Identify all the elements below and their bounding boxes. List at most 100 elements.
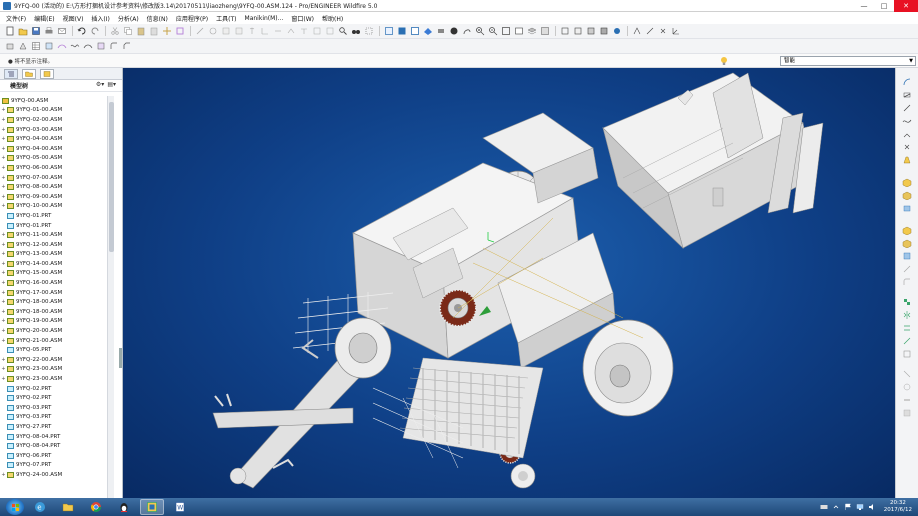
- system-clock[interactable]: 20:32 2017/6/12: [884, 500, 912, 514]
- tree-item[interactable]: 9YFQ-08-04.PRT: [0, 441, 108, 451]
- family-table-icon[interactable]: [324, 25, 336, 37]
- tree-item[interactable]: +9YFQ-01-00.ASM: [0, 106, 108, 116]
- merge-icon[interactable]: [901, 322, 913, 333]
- tree-item[interactable]: +9YFQ-13-00.ASM: [0, 250, 108, 260]
- undo-icon[interactable]: [76, 25, 88, 37]
- extrude-icon[interactable]: [901, 176, 913, 187]
- parameters-icon[interactable]: [311, 25, 323, 37]
- tree-item[interactable]: +9YFQ-21-00.ASM: [0, 336, 108, 346]
- explode-icon[interactable]: [43, 40, 55, 52]
- binoculars-icon[interactable]: [350, 25, 362, 37]
- point-icon[interactable]: [246, 25, 258, 37]
- repaint-icon[interactable]: [383, 25, 395, 37]
- zoom-in-icon[interactable]: [474, 25, 486, 37]
- menu-view[interactable]: 视图(V): [59, 14, 88, 23]
- menu-edit[interactable]: 编辑(E): [30, 14, 58, 23]
- shell-icon[interactable]: [901, 237, 913, 248]
- measure-icon[interactable]: [285, 25, 297, 37]
- saved-views-icon[interactable]: [513, 25, 525, 37]
- expand-plus-icon[interactable]: +: [0, 194, 7, 200]
- minimize-button[interactable]: —: [854, 0, 874, 12]
- zoom-fit-icon[interactable]: [500, 25, 512, 37]
- tree-item[interactable]: +9YFQ-24-00.ASM: [0, 470, 108, 480]
- offset-icon[interactable]: [901, 348, 913, 359]
- fill-icon[interactable]: [901, 381, 913, 392]
- paste-special-icon[interactable]: [148, 25, 160, 37]
- sphere-icon[interactable]: [448, 25, 460, 37]
- expand-plus-icon[interactable]: +: [0, 175, 7, 181]
- menu-tools[interactable]: 工具(T): [212, 14, 240, 23]
- tree-item[interactable]: +9YFQ-14-00.ASM: [0, 259, 108, 269]
- save-icon[interactable]: [30, 25, 42, 37]
- panel-resize-handle[interactable]: [119, 348, 122, 368]
- menu-applications[interactable]: 应用程序(P): [172, 14, 212, 23]
- tree-item[interactable]: +9YFQ-12-00.ASM: [0, 240, 108, 250]
- tree-item[interactable]: +9YFQ-07-00.ASM: [0, 173, 108, 183]
- expand-plus-icon[interactable]: +: [0, 270, 7, 276]
- tray-flag-icon[interactable]: [844, 503, 852, 511]
- tree-item[interactable]: +9YFQ-22-00.ASM: [0, 355, 108, 365]
- expand-plus-icon[interactable]: +: [0, 357, 7, 363]
- expand-plus-icon[interactable]: +: [0, 366, 7, 372]
- tree-item[interactable]: +9YFQ-10-00.ASM: [0, 202, 108, 212]
- tree-item[interactable]: +9YFQ-06-00.ASM: [0, 163, 108, 173]
- refit-icon[interactable]: [396, 25, 408, 37]
- sketch-spline-icon[interactable]: [901, 115, 913, 126]
- rib-icon[interactable]: [901, 250, 913, 261]
- menu-insert[interactable]: 插入(I): [87, 14, 113, 23]
- datum-csys-icon[interactable]: [901, 141, 913, 152]
- expand-plus-icon[interactable]: +: [0, 165, 7, 171]
- datum-points-icon[interactable]: [657, 25, 669, 37]
- expand-plus-icon[interactable]: +: [0, 155, 7, 161]
- expand-plus-icon[interactable]: +: [0, 309, 7, 315]
- baler-3d-model[interactable]: [123, 68, 895, 498]
- tree-item[interactable]: 9YFQ-06.PRT: [0, 451, 108, 461]
- expand-plus-icon[interactable]: +: [0, 328, 7, 334]
- taskbar-proe[interactable]: [140, 499, 164, 515]
- expand-plus-icon[interactable]: +: [0, 184, 7, 190]
- enhanced-realism-icon[interactable]: [611, 25, 623, 37]
- expand-plus-icon[interactable]: +: [0, 338, 7, 344]
- menu-help[interactable]: 帮助(H): [318, 14, 347, 23]
- tree-item[interactable]: 9YFQ-02.PRT: [0, 384, 108, 394]
- paste-icon[interactable]: [135, 25, 147, 37]
- intersect-icon[interactable]: [901, 368, 913, 379]
- menu-info[interactable]: 信息(N): [143, 14, 172, 23]
- menu-analysis[interactable]: 分析(A): [114, 14, 143, 23]
- hidden-line-icon[interactable]: [572, 25, 584, 37]
- expand-plus-icon[interactable]: +: [0, 127, 7, 133]
- menu-manikin[interactable]: Manikin(M)...: [241, 15, 288, 22]
- trim-icon[interactable]: [901, 335, 913, 346]
- chamfer-icon[interactable]: [121, 40, 133, 52]
- expand-plus-icon[interactable]: +: [0, 146, 7, 152]
- datum-point-icon[interactable]: [901, 128, 913, 139]
- selection-filter-dropdown[interactable]: 智能 ▼: [780, 56, 916, 66]
- tree-item[interactable]: 9YFQ-01.PRT: [0, 221, 108, 231]
- taskbar-explorer[interactable]: e: [28, 499, 52, 515]
- table-icon[interactable]: [30, 40, 42, 52]
- tree-item[interactable]: +9YFQ-17-00.ASM: [0, 288, 108, 298]
- expand-plus-icon[interactable]: +: [0, 203, 7, 209]
- sketch-rect-icon[interactable]: [901, 89, 913, 100]
- thicken-icon[interactable]: [901, 394, 913, 405]
- sketch-line-icon[interactable]: [901, 102, 913, 113]
- blend-icon[interactable]: [95, 40, 107, 52]
- round-icon[interactable]: [108, 40, 120, 52]
- tree-item[interactable]: +9YFQ-11-00.ASM: [0, 230, 108, 240]
- cable-icon[interactable]: [69, 40, 81, 52]
- tree-item[interactable]: +9YFQ-18-00.ASM: [0, 297, 108, 307]
- maximize-button[interactable]: □: [874, 0, 894, 12]
- scrollbar-thumb[interactable]: [109, 102, 114, 252]
- tree-item[interactable]: +9YFQ-15-00.ASM: [0, 269, 108, 279]
- expand-plus-icon[interactable]: +: [0, 472, 7, 478]
- coordinate-systems-icon[interactable]: [670, 25, 682, 37]
- tree-item[interactable]: +9YFQ-04-00.ASM: [0, 134, 108, 144]
- regenerate-icon[interactable]: [161, 25, 173, 37]
- menu-file[interactable]: 文件(F): [2, 14, 30, 23]
- shaded-icon[interactable]: [598, 25, 610, 37]
- tree-item[interactable]: 9YFQ-05.PRT: [0, 345, 108, 355]
- sketch-tool-icon[interactable]: [194, 25, 206, 37]
- revolve-icon[interactable]: [901, 189, 913, 200]
- tree-item[interactable]: 9YFQ-27.PRT: [0, 422, 108, 432]
- close-button[interactable]: ✕: [894, 0, 918, 12]
